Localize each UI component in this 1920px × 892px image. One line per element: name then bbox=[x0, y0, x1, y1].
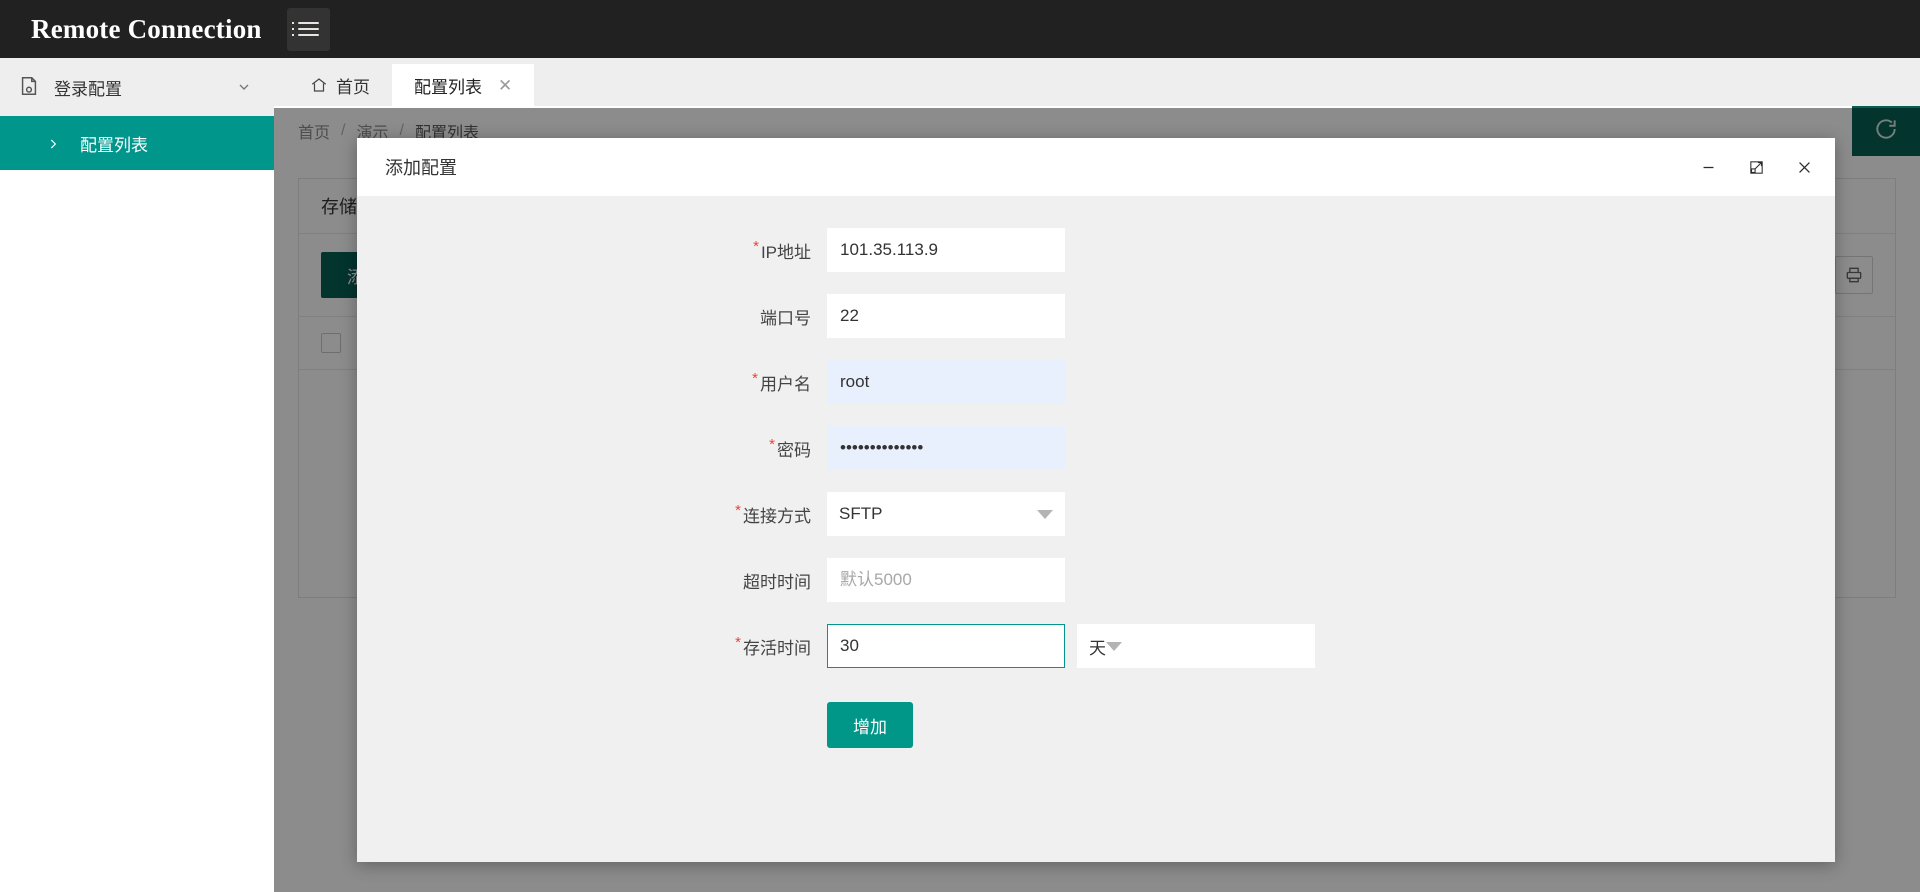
close-icon[interactable]: ✕ bbox=[498, 77, 512, 94]
label-ttl-text: 存活时间 bbox=[743, 638, 811, 658]
window-controls bbox=[1695, 154, 1817, 180]
chevron-down-icon bbox=[236, 79, 252, 95]
label-username-text: 用户名 bbox=[760, 374, 811, 394]
minimize-icon[interactable] bbox=[1695, 154, 1721, 180]
hamburger-line bbox=[291, 28, 319, 30]
label-connection-type-text: 连接方式 bbox=[743, 506, 811, 526]
hamburger-line bbox=[291, 34, 319, 36]
chevron-down-icon bbox=[1106, 641, 1122, 651]
ttl-input[interactable] bbox=[827, 624, 1065, 668]
label-password-text: 密码 bbox=[777, 440, 811, 460]
chevron-right-icon bbox=[46, 136, 60, 150]
label-connection-type: * 连接方式 bbox=[357, 502, 827, 527]
port-input[interactable] bbox=[827, 294, 1065, 338]
form-row-timeout: 超时时间 bbox=[357, 558, 1835, 602]
tab-config-list-label: 配置列表 bbox=[414, 77, 482, 97]
sidebar-group-label: 登录配置 bbox=[54, 79, 122, 99]
top-bar: Remote Connection bbox=[0, 0, 1920, 58]
sidebar-item-config-list[interactable]: 配置列表 bbox=[0, 116, 274, 170]
home-icon bbox=[310, 76, 328, 94]
tab-home[interactable]: 首页 bbox=[288, 64, 392, 106]
sidebar-item-label: 配置列表 bbox=[80, 135, 148, 155]
connection-type-select[interactable]: SFTP bbox=[827, 492, 1065, 536]
password-input[interactable] bbox=[827, 426, 1065, 470]
label-port: 端口号 bbox=[357, 304, 827, 329]
label-ip: * IP地址 bbox=[357, 238, 827, 263]
username-input[interactable] bbox=[827, 360, 1065, 404]
app-root: Remote Connection 登录配置 配置列表 首页 配置列表 ✕ 首页… bbox=[0, 0, 1920, 892]
timeout-input[interactable] bbox=[827, 558, 1065, 602]
required-marker: * bbox=[735, 633, 741, 651]
hamburger-line bbox=[291, 22, 319, 24]
label-timeout-text: 超时时间 bbox=[743, 572, 811, 592]
tab-home-label: 首页 bbox=[336, 77, 370, 97]
required-marker: * bbox=[752, 369, 758, 387]
chevron-down-icon bbox=[1037, 509, 1053, 519]
required-marker: * bbox=[735, 501, 741, 519]
app-title: Remote Connection bbox=[31, 13, 262, 44]
sidebar: 登录配置 配置列表 bbox=[0, 58, 274, 892]
ip-address-input[interactable] bbox=[827, 228, 1065, 272]
form-row-connection-type: * 连接方式 SFTP bbox=[357, 492, 1835, 536]
maximize-icon[interactable] bbox=[1743, 154, 1769, 180]
add-config-dialog: 添加配置 * IP地址 101.35.113.9 端口号 22 * 用户名 ro… bbox=[357, 138, 1835, 862]
label-ip-text: IP地址 bbox=[760, 242, 811, 262]
dialog-header: 添加配置 bbox=[357, 138, 1835, 196]
label-password: * 密码 bbox=[357, 436, 827, 461]
label-timeout: 超时时间 bbox=[357, 568, 827, 593]
document-config-icon bbox=[18, 75, 40, 99]
connection-type-value: SFTP bbox=[839, 504, 883, 523]
tab-config-list[interactable]: 配置列表 ✕ bbox=[392, 64, 535, 106]
ttl-unit-value: 天 bbox=[1089, 638, 1106, 658]
tab-strip: 首页 配置列表 ✕ bbox=[274, 58, 1920, 106]
dialog-body: *IP地址 端口号 *用户名 *密码 bbox=[357, 196, 1835, 862]
form-row-port: 端口号 bbox=[357, 294, 1835, 338]
label-port-text: 端口号 bbox=[760, 308, 811, 328]
label-ttl: * 存活时间 bbox=[357, 634, 827, 659]
submit-button[interactable]: 增加 bbox=[827, 702, 913, 748]
dialog-title: 添加配置 bbox=[385, 158, 457, 178]
required-marker: * bbox=[753, 237, 759, 255]
sidebar-group-login-config[interactable]: 登录配置 bbox=[0, 58, 274, 116]
form-row-username: * 用户名 bbox=[357, 360, 1835, 404]
ttl-unit-select[interactable]: 天 bbox=[1077, 624, 1315, 668]
required-marker: * bbox=[769, 435, 775, 453]
form-row-password: * 密码 bbox=[357, 426, 1835, 470]
label-username: * 用户名 bbox=[357, 370, 827, 395]
hamburger-icon[interactable] bbox=[286, 7, 330, 51]
form-row-ttl: *存活时间 天 bbox=[357, 624, 1835, 668]
close-icon[interactable] bbox=[1791, 154, 1817, 180]
form-row-ip: * IP地址 bbox=[357, 228, 1835, 272]
